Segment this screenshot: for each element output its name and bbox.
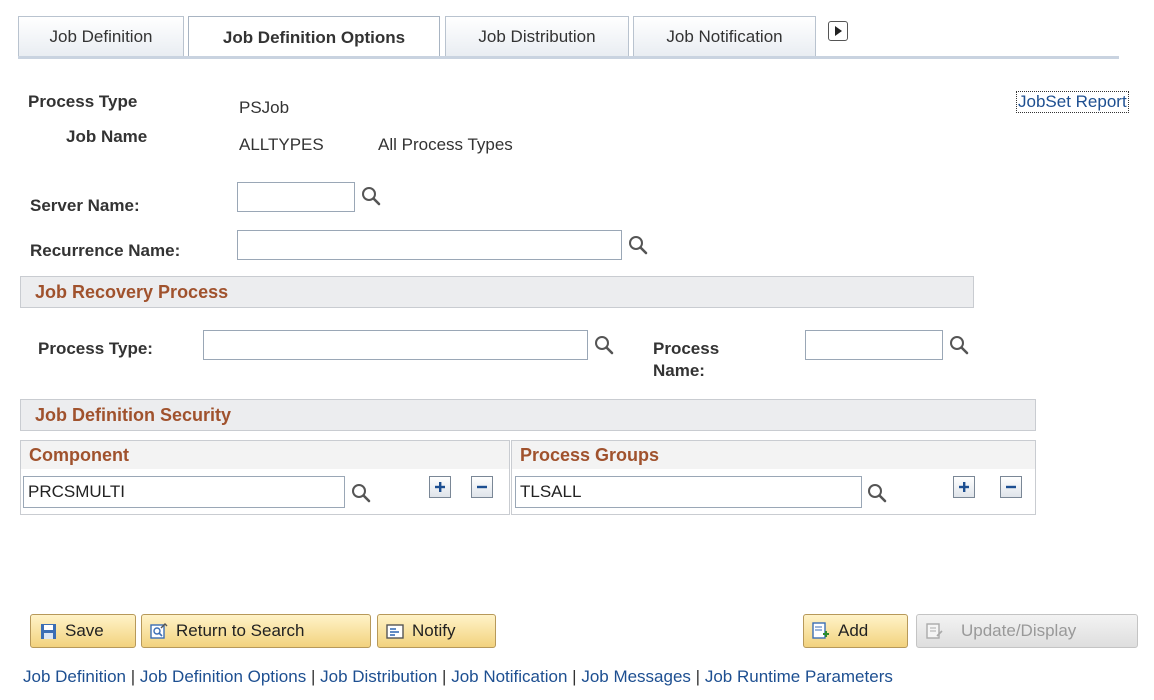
process-groups-delete-row-button[interactable] (1000, 476, 1022, 498)
process-groups-lookup-icon[interactable] (866, 482, 888, 504)
return-to-search-button[interactable]: Return to Search (141, 614, 371, 648)
plus-icon (959, 482, 969, 492)
tab-job-distribution[interactable]: Job Distribution (445, 16, 629, 56)
minus-icon (477, 485, 487, 489)
footer-links: Job Definition | Job Definition Options … (23, 667, 893, 687)
notify-icon (386, 622, 404, 640)
tab-job-definition-options[interactable]: Job Definition Options (188, 16, 440, 58)
add-icon (812, 622, 830, 640)
component-input[interactable] (23, 476, 345, 508)
recovery-process-type-label: Process Type: (38, 339, 153, 358)
job-name-label: Job Name (66, 127, 148, 146)
minus-icon (1006, 485, 1016, 489)
recurrence-name-lookup-icon[interactable] (627, 234, 649, 256)
component-column-header: Component (21, 441, 509, 469)
recovery-process-type-lookup-icon[interactable] (593, 334, 615, 356)
component-delete-row-button[interactable] (471, 476, 493, 498)
return-to-search-icon (150, 622, 168, 640)
update-display-button[interactable]: Update/Display (916, 614, 1138, 648)
footer-link-job-definition[interactable]: Job Definition (23, 667, 126, 686)
footer-link-job-distribution[interactable]: Job Distribution (320, 667, 437, 686)
tab-job-definition[interactable]: Job Definition (18, 16, 184, 56)
process-groups-add-row-button[interactable] (953, 476, 975, 498)
recovery-process-name-label: Process Name: (653, 338, 719, 382)
component-add-row-button[interactable] (429, 476, 451, 498)
process-type-label: Process Type (28, 92, 138, 111)
section-title: Job Definition Security (35, 404, 232, 425)
tab-label: Job Definition Options (222, 27, 406, 47)
button-label: Return to Search (176, 621, 305, 640)
recurrence-name-label: Recurrence Name: (30, 241, 181, 260)
job-recovery-section-header: Job Recovery Process (20, 276, 974, 308)
button-label: Save (65, 621, 104, 640)
recovery-process-type-input[interactable] (203, 330, 588, 360)
separator: | (572, 667, 577, 686)
column-header-text: Process Groups (520, 444, 660, 465)
process-groups-column-header: Process Groups (512, 441, 1035, 469)
separator: | (130, 667, 136, 686)
save-button[interactable]: Save (30, 614, 136, 648)
process-groups-input[interactable] (515, 476, 862, 508)
add-button[interactable]: Add (803, 614, 908, 648)
label-line: Process (653, 339, 720, 358)
tab-label: Job Notification (666, 26, 783, 46)
column-header-text: Component (29, 444, 129, 465)
section-title: Job Recovery Process (35, 281, 229, 302)
server-name-input[interactable] (237, 182, 355, 212)
notify-button[interactable]: Notify (377, 614, 496, 648)
button-label: Add (838, 621, 869, 640)
process-type-value: PSJob (239, 98, 290, 117)
separator: | (310, 667, 316, 686)
separator: | (695, 667, 701, 686)
component-lookup-icon[interactable] (350, 482, 372, 504)
tab-job-notification[interactable]: Job Notification (633, 16, 816, 56)
recurrence-name-input[interactable] (237, 230, 622, 260)
label-line: Name: (653, 361, 705, 380)
update-display-icon (925, 622, 943, 640)
footer-link-job-notification[interactable]: Job Notification (451, 667, 567, 686)
button-label: Notify (412, 621, 456, 640)
server-name-lookup-icon[interactable] (360, 185, 382, 207)
recovery-process-name-input[interactable] (805, 330, 943, 360)
job-name-description: All Process Types (378, 135, 513, 154)
job-definition-security-section-header: Job Definition Security (20, 399, 1036, 431)
tab-label: Job Distribution (478, 26, 596, 46)
separator: | (442, 667, 447, 686)
tab-label: Job Definition (49, 26, 153, 46)
server-name-label: Server Name: (30, 196, 140, 215)
footer-link-job-runtime-parameters[interactable]: Job Runtime Parameters (705, 667, 893, 686)
tab-scroll-right-icon[interactable] (828, 21, 848, 41)
recovery-process-name-lookup-icon[interactable] (948, 334, 970, 356)
tab-underline (18, 56, 1119, 59)
button-label: Update/Display (961, 621, 1077, 640)
plus-icon (435, 482, 445, 492)
save-icon (39, 622, 57, 640)
jobset-report-link[interactable]: JobSet Report (1016, 91, 1129, 113)
footer-link-job-messages[interactable]: Job Messages (581, 667, 691, 686)
job-name-value: ALLTYPES (239, 135, 324, 154)
footer-link-job-definition-options[interactable]: Job Definition Options (140, 667, 306, 686)
